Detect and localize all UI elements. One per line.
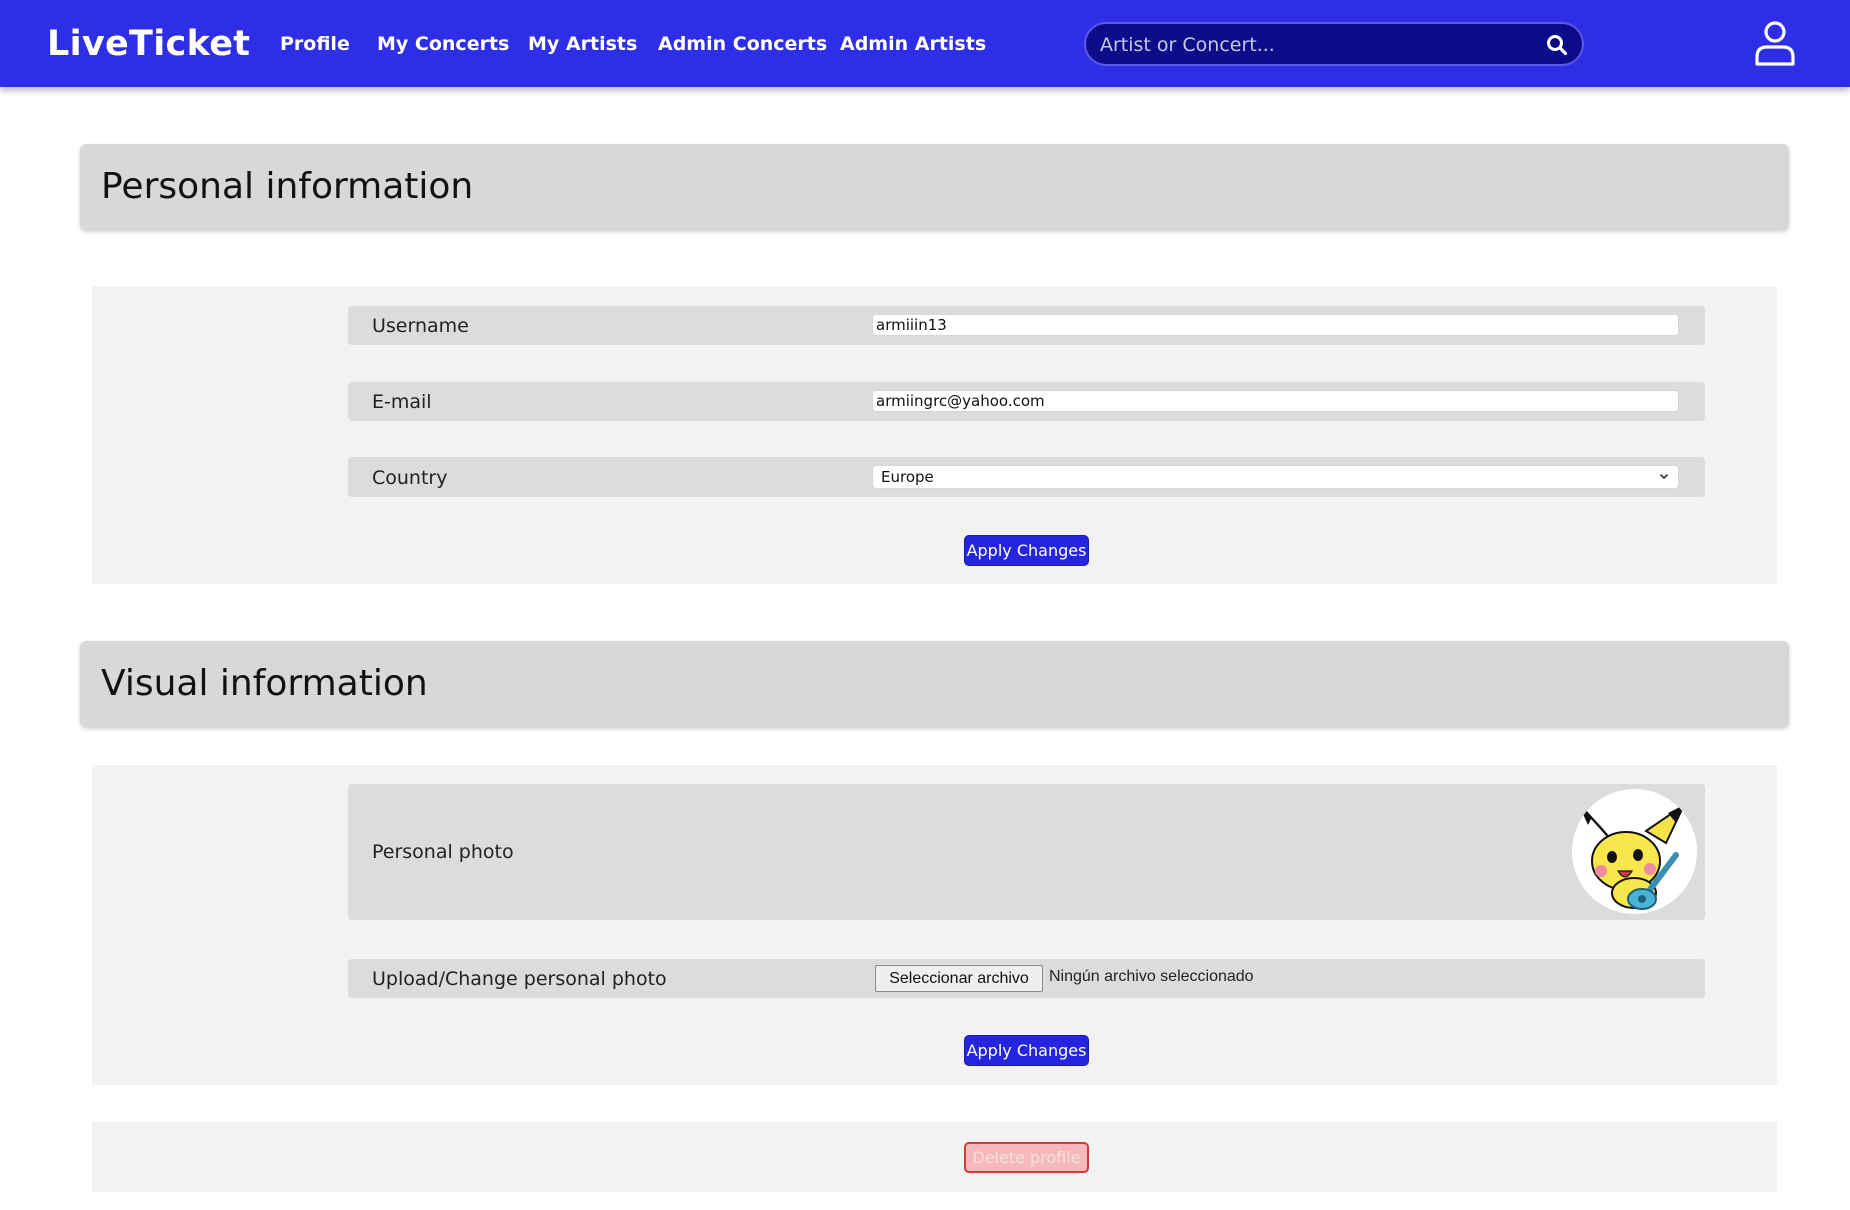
country-selected-value: Europe — [881, 468, 934, 486]
apply-changes-visual-button[interactable]: Apply Changes — [964, 1035, 1089, 1066]
personal-photo-label: Personal photo — [372, 841, 514, 863]
email-field[interactable]: armiingrc@yahoo.com — [872, 390, 1679, 412]
nav-link-admin-artists[interactable]: Admin Artists — [840, 33, 986, 55]
search-button[interactable] — [1546, 34, 1568, 56]
username-row: Username armiiin13 — [348, 306, 1705, 345]
delete-profile-button[interactable]: Delete profile — [964, 1142, 1089, 1173]
apply-changes-personal-button[interactable]: Apply Changes — [964, 535, 1089, 566]
visual-info-header: Visual information — [80, 641, 1789, 727]
personal-photo-row: Personal photo — [348, 784, 1705, 920]
nav-link-profile[interactable]: Profile — [280, 33, 350, 55]
username-label: Username — [372, 315, 469, 337]
personal-info-title: Personal information — [101, 166, 474, 207]
user-icon — [1755, 21, 1795, 66]
choose-file-button[interactable]: Seleccionar archivo — [875, 965, 1043, 992]
search-bar — [1084, 22, 1584, 66]
country-select[interactable]: Europe — [872, 465, 1679, 489]
nav-link-my-artists[interactable]: My Artists — [528, 33, 637, 55]
avatar — [1572, 789, 1697, 914]
username-field[interactable]: armiiin13 — [872, 314, 1679, 336]
nav-link-my-concerts[interactable]: My Concerts — [377, 33, 509, 55]
country-row: Country Europe — [348, 457, 1705, 497]
search-input[interactable] — [1100, 33, 1530, 57]
avatar-image — [1577, 802, 1687, 910]
search-icon — [1547, 35, 1568, 56]
email-row: E-mail armiingrc@yahoo.com — [348, 382, 1705, 421]
file-status-text: Ningún archivo seleccionado — [1049, 968, 1254, 985]
chevron-down-icon — [1659, 473, 1669, 480]
upload-photo-row: Upload/Change personal photo Seleccionar… — [348, 959, 1705, 998]
visual-info-panel: Personal photo Upload/Change personal ph… — [92, 765, 1777, 1085]
email-label: E-mail — [372, 391, 432, 413]
upload-photo-label: Upload/Change personal photo — [372, 968, 667, 990]
user-menu-button[interactable] — [1754, 20, 1796, 66]
country-label: Country — [372, 467, 448, 489]
danger-zone-panel: Delete profile — [92, 1122, 1777, 1192]
nav-link-admin-concerts[interactable]: Admin Concerts — [658, 33, 827, 55]
personal-info-header: Personal information — [80, 144, 1789, 230]
top-navbar: LiveTicket Profile My Concerts My Artist… — [0, 0, 1850, 87]
visual-info-title: Visual information — [101, 663, 428, 704]
brand-logo[interactable]: LiveTicket — [47, 24, 250, 64]
personal-info-panel: Username armiiin13 E-mail armiingrc@yaho… — [92, 286, 1777, 584]
